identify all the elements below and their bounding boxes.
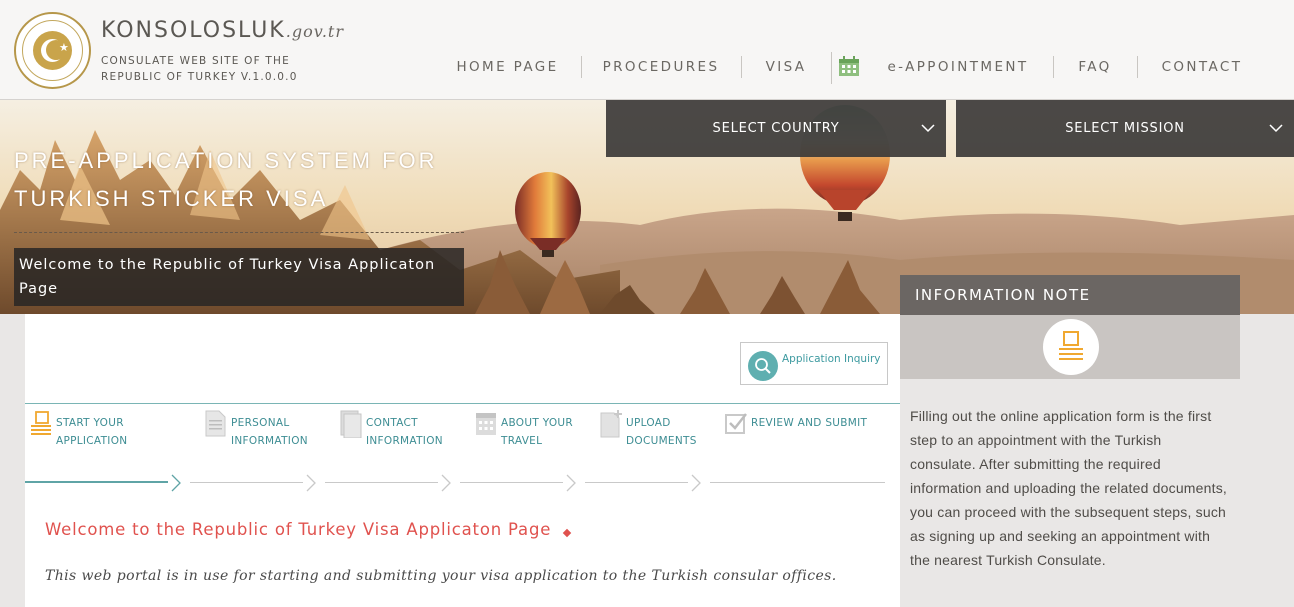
chevron-right-icon xyxy=(306,474,316,492)
checkbox-icon xyxy=(725,413,747,434)
nav-home-page[interactable]: HOME PAGE xyxy=(440,52,575,82)
chevron-right-icon xyxy=(566,474,576,492)
select-mission-label: SELECT MISSION xyxy=(1065,121,1185,136)
step-label-line1: ABOUT YOUR xyxy=(501,417,573,429)
step-label-line2: DOCUMENTS xyxy=(626,435,697,447)
start-application-icon xyxy=(31,411,51,435)
contact-info-icon xyxy=(340,410,362,438)
step-upload-documents[interactable]: UPLOAD DOCUMENTS xyxy=(600,408,720,452)
personal-info-icon xyxy=(205,410,226,437)
calendar-icon[interactable] xyxy=(838,56,860,77)
nav-faq[interactable]: FAQ xyxy=(1062,52,1128,82)
hero-welcome-banner: Welcome to the Republic of Turkey Visa A… xyxy=(14,248,464,306)
step-review-and-submit[interactable]: REVIEW AND SUBMIT xyxy=(725,408,895,452)
brand-domain: .gov.tr xyxy=(285,22,344,41)
information-note-icon-circle xyxy=(1043,319,1099,375)
step-about-your-travel[interactable]: ABOUT YOUR TRAVEL xyxy=(475,408,595,452)
content-body: This web portal is in use for starting a… xyxy=(45,568,837,584)
progress-segment xyxy=(710,482,885,483)
nav-procedures[interactable]: PROCEDURES xyxy=(590,52,732,82)
step-personal-information[interactable]: PERSONAL INFORMATION xyxy=(205,408,335,452)
progress-segment xyxy=(325,482,438,483)
hero-title: PRE-APPLICATION SYSTEM FOR TURKISH STICK… xyxy=(14,148,438,211)
step-label-line1: CONTACT xyxy=(366,417,418,429)
progress-segment xyxy=(190,482,303,483)
steps-top-border xyxy=(25,403,900,404)
step-label-line2: APPLICATION xyxy=(56,435,128,447)
nav-contact[interactable]: CONTACT xyxy=(1146,52,1258,82)
step-start-application[interactable]: START YOUR APPLICATION xyxy=(30,408,190,452)
brand-name: KONSOLOSLUK xyxy=(101,18,286,43)
select-country-label: SELECT COUNTRY xyxy=(712,121,840,136)
select-mission-dropdown[interactable]: SELECT MISSION xyxy=(956,100,1294,157)
content-title: Welcome to the Republic of Turkey Visa A… xyxy=(45,520,552,539)
hero-title-underline xyxy=(14,232,464,233)
step-label-line1: UPLOAD xyxy=(626,417,671,429)
step-label-line1: START YOUR xyxy=(56,417,124,429)
application-inquiry-button[interactable]: Application Inquiry xyxy=(740,342,888,385)
information-note-title: INFORMATION NOTE xyxy=(915,286,1091,304)
upload-icon xyxy=(600,410,622,438)
step-label-line1: PERSONAL xyxy=(231,417,290,429)
application-inquiry-label: Application Inquiry xyxy=(782,353,881,365)
search-icon xyxy=(748,351,778,381)
step-label-line1: REVIEW AND SUBMIT xyxy=(751,417,868,429)
information-note-header: INFORMATION NOTE xyxy=(900,275,1240,315)
progress-segment xyxy=(460,482,563,483)
step-contact-information[interactable]: CONTACT INFORMATION xyxy=(340,408,470,452)
chevron-down-icon xyxy=(1269,124,1283,133)
progress-segment xyxy=(585,482,688,483)
chevron-right-icon xyxy=(441,474,451,492)
information-note-text: Filling out the online application form … xyxy=(910,408,1228,568)
ministry-seal-logo[interactable]: ★ xyxy=(14,12,91,89)
chevron-down-icon xyxy=(921,124,935,133)
progress-segment-active xyxy=(25,481,168,483)
brand-subtitle: CONSULATE WEB SITE OF THE REPUBLIC OF TU… xyxy=(101,55,298,83)
step-label-line2: INFORMATION xyxy=(231,435,308,447)
nav-visa[interactable]: VISA xyxy=(750,52,822,82)
chevron-right-icon xyxy=(171,474,181,492)
site-header: ★ KONSOLOSLUK.gov.tr CONSULATE WEB SITE … xyxy=(0,0,1294,100)
nav-e-appointment[interactable]: e-APPOINTMENT xyxy=(868,52,1048,82)
select-country-dropdown[interactable]: SELECT COUNTRY xyxy=(606,100,946,157)
chevron-right-icon xyxy=(691,474,701,492)
step-label-line2: TRAVEL xyxy=(501,435,543,447)
site-brand[interactable]: KONSOLOSLUK.gov.tr xyxy=(101,18,344,43)
document-lines-icon xyxy=(1059,331,1083,360)
step-label-line2: INFORMATION xyxy=(366,435,443,447)
calendar-icon xyxy=(476,413,496,435)
